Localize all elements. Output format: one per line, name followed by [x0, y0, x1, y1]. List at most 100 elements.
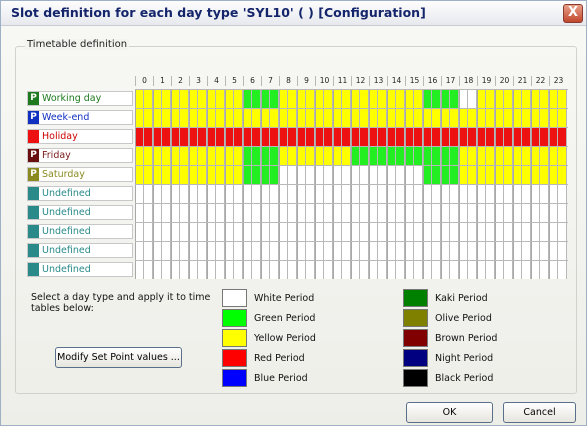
time-slot-cell[interactable]: [288, 223, 297, 241]
time-slot-cell[interactable]: [360, 128, 369, 146]
time-slot-cell[interactable]: [216, 242, 225, 260]
time-slot-cell[interactable]: [432, 223, 441, 241]
time-slot-cell[interactable]: [459, 109, 468, 127]
time-slot-cell[interactable]: [306, 128, 315, 146]
time-slot-cell[interactable]: [378, 223, 387, 241]
time-slot-cell[interactable]: [414, 128, 423, 146]
time-slot-cell[interactable]: [135, 185, 144, 203]
time-slot-cell[interactable]: [441, 204, 450, 222]
time-slot-cell[interactable]: [216, 204, 225, 222]
time-slot-cell[interactable]: [288, 90, 297, 108]
time-slot-cell[interactable]: [549, 128, 558, 146]
time-slot-cell[interactable]: [180, 166, 189, 184]
time-slot-cell[interactable]: [342, 166, 351, 184]
time-slot-cell[interactable]: [360, 242, 369, 260]
time-slot-cell[interactable]: [144, 223, 153, 241]
time-slot-cell[interactable]: [234, 223, 243, 241]
time-slot-cell[interactable]: [180, 242, 189, 260]
color-swatch[interactable]: [403, 369, 428, 387]
time-slot-cell[interactable]: [495, 185, 504, 203]
time-slot-cell[interactable]: [135, 90, 144, 108]
time-slot-cell[interactable]: [198, 242, 207, 260]
color-swatch[interactable]: [222, 369, 247, 387]
time-slot-cell[interactable]: [423, 242, 432, 260]
time-slot-cell[interactable]: [558, 90, 567, 108]
time-slot-cell[interactable]: [189, 204, 198, 222]
close-button[interactable]: X: [563, 4, 583, 23]
time-slot-cell[interactable]: [333, 223, 342, 241]
time-slot-cell[interactable]: [468, 147, 477, 165]
time-slot-cell[interactable]: [450, 223, 459, 241]
time-slot-cell[interactable]: [387, 261, 396, 279]
time-slot-cell[interactable]: [171, 223, 180, 241]
time-slot-cell[interactable]: [207, 242, 216, 260]
time-slot-cell[interactable]: [378, 242, 387, 260]
time-slot-cell[interactable]: [216, 261, 225, 279]
time-slot-cell[interactable]: [180, 223, 189, 241]
day-type-button[interactable]: P Saturday: [27, 167, 133, 182]
time-slot-cell[interactable]: [513, 185, 522, 203]
time-slot-cell[interactable]: [432, 242, 441, 260]
time-slot-cell[interactable]: [324, 90, 333, 108]
time-slot-cell[interactable]: [252, 166, 261, 184]
time-slot-cell[interactable]: [153, 242, 162, 260]
time-slot-cell[interactable]: [252, 90, 261, 108]
time-slot-cell[interactable]: [333, 185, 342, 203]
time-slot-cell[interactable]: [252, 242, 261, 260]
time-slot-cell[interactable]: [225, 223, 234, 241]
time-slot-cell[interactable]: [333, 204, 342, 222]
time-slot-cell[interactable]: [216, 147, 225, 165]
time-slot-cell[interactable]: [495, 204, 504, 222]
time-slot-cell[interactable]: [468, 204, 477, 222]
legend-item[interactable]: Red Period: [222, 348, 305, 368]
time-slot-cell[interactable]: [423, 90, 432, 108]
time-slot-cell[interactable]: [558, 261, 567, 279]
time-slot-cell[interactable]: [378, 147, 387, 165]
time-slot-cell[interactable]: [261, 242, 270, 260]
time-slot-cell[interactable]: [135, 223, 144, 241]
color-swatch[interactable]: [403, 309, 428, 327]
time-slot-cell[interactable]: [315, 90, 324, 108]
time-slot-cell[interactable]: [324, 223, 333, 241]
time-slot-cell[interactable]: [243, 128, 252, 146]
time-slot-cell[interactable]: [180, 261, 189, 279]
time-slot-cell[interactable]: [414, 166, 423, 184]
time-slot-cell[interactable]: [414, 261, 423, 279]
time-slot-cell[interactable]: [549, 223, 558, 241]
time-slot-cell[interactable]: [495, 223, 504, 241]
time-slot-cell[interactable]: [549, 90, 558, 108]
color-swatch[interactable]: [222, 309, 247, 327]
time-slot-cell[interactable]: [225, 261, 234, 279]
time-slot-cell[interactable]: [351, 166, 360, 184]
time-slot-cell[interactable]: [513, 166, 522, 184]
time-slot-cell[interactable]: [378, 185, 387, 203]
time-slot-cell[interactable]: [450, 147, 459, 165]
time-slot-cell[interactable]: [324, 109, 333, 127]
time-slot-cell[interactable]: [153, 185, 162, 203]
time-slot-cell[interactable]: [549, 242, 558, 260]
time-slot-cell[interactable]: [225, 147, 234, 165]
time-slot-cell[interactable]: [180, 204, 189, 222]
time-slot-cell[interactable]: [540, 223, 549, 241]
time-slot-cell[interactable]: [243, 90, 252, 108]
time-slot-cell[interactable]: [288, 128, 297, 146]
time-slot-cell[interactable]: [513, 261, 522, 279]
time-slot-cell[interactable]: [378, 166, 387, 184]
time-slot-cell[interactable]: [180, 147, 189, 165]
time-slot-cell[interactable]: [432, 147, 441, 165]
time-slot-cell[interactable]: [234, 147, 243, 165]
time-slot-cell[interactable]: [378, 109, 387, 127]
time-slot-cell[interactable]: [333, 90, 342, 108]
time-slot-cell[interactable]: [306, 223, 315, 241]
time-slot-cell[interactable]: [342, 109, 351, 127]
time-slot-cell[interactable]: [315, 204, 324, 222]
time-slot-cell[interactable]: [513, 242, 522, 260]
time-slot-cell[interactable]: [288, 204, 297, 222]
time-slot-cell[interactable]: [423, 128, 432, 146]
time-slot-cell[interactable]: [225, 128, 234, 146]
time-slot-cell[interactable]: [288, 147, 297, 165]
time-slot-cell[interactable]: [261, 261, 270, 279]
time-slot-cell[interactable]: [369, 185, 378, 203]
time-slot-cell[interactable]: [540, 185, 549, 203]
time-slot-cell[interactable]: [243, 204, 252, 222]
